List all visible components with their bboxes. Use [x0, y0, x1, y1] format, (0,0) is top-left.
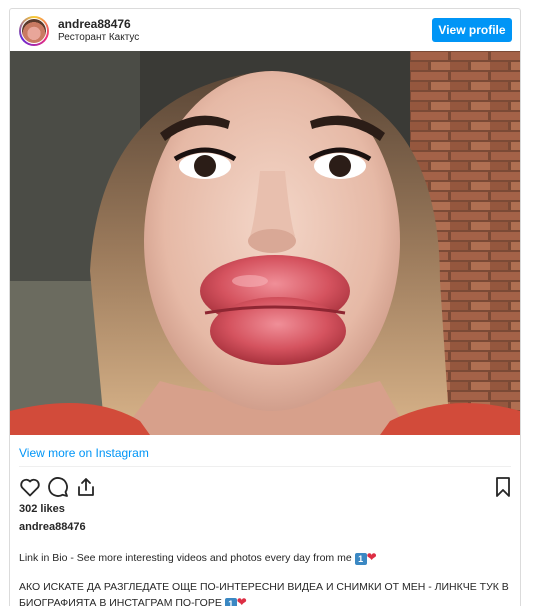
- keycap-one-emoji: 1: [354, 553, 367, 565]
- caption-line-2: АКО ИСКАТЕ ДА РАЗГЛЕДАТЕ ОЩЕ ПО-ИНТЕРЕСН…: [19, 580, 514, 606]
- action-bar: [10, 475, 520, 501]
- view-more-link[interactable]: View more on Instagram: [19, 446, 149, 460]
- view-profile-button[interactable]: View profile: [432, 18, 512, 42]
- share-icon[interactable]: [74, 475, 98, 499]
- post-header: andrea88476 Ресторант Кактус View profil…: [10, 9, 520, 51]
- portrait-image: [10, 51, 520, 435]
- post-owner[interactable]: andrea88476: [19, 521, 86, 533]
- bookmark-icon[interactable]: [491, 475, 515, 499]
- avatar-image: [21, 18, 47, 44]
- red-heart-emoji: ❤: [366, 550, 377, 564]
- avatar[interactable]: [19, 16, 49, 46]
- location[interactable]: Ресторант Кактус: [58, 32, 139, 43]
- caption-line-1: Link in Bio - See more interesting video…: [19, 550, 377, 565]
- post-photo[interactable]: [10, 51, 520, 435]
- caption-text-2: АКО ИСКАТЕ ДА РАЗГЛЕДАТЕ ОЩЕ ПО-ИНТЕРЕСН…: [19, 581, 509, 606]
- likes-count[interactable]: 302 likes: [19, 503, 65, 515]
- comment-icon[interactable]: [46, 475, 70, 499]
- instagram-embed-card: andrea88476 Ресторант Кактус View profil…: [9, 8, 521, 606]
- username[interactable]: andrea88476: [58, 17, 131, 31]
- red-heart-emoji: ❤: [236, 595, 247, 606]
- heart-icon[interactable]: [18, 475, 42, 499]
- caption-text-1: Link in Bio - See more interesting video…: [19, 552, 352, 564]
- divider: [19, 466, 511, 467]
